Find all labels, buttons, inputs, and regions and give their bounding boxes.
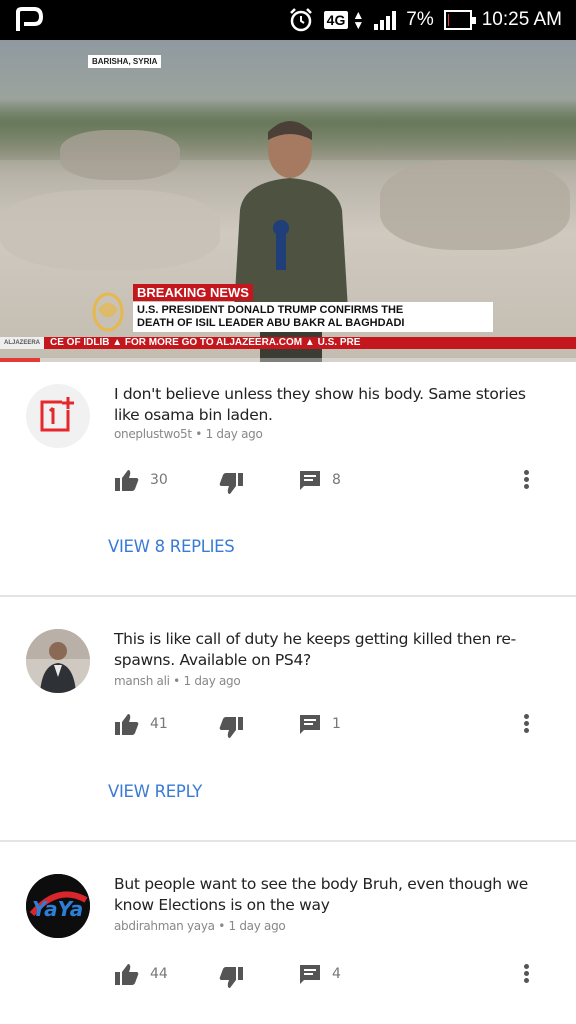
headline-line-2: DEATH OF ISIL LEADER ABU BAKR AL BAGHDAD… (137, 317, 405, 329)
reply-button[interactable]: 8 (298, 468, 341, 492)
comment-actions: 30 8 (114, 468, 554, 498)
video-rubble (380, 160, 570, 250)
more-options-icon[interactable] (520, 712, 532, 738)
thumbs-up-icon (115, 470, 139, 491)
more-options-icon[interactable] (520, 962, 532, 988)
view-reply-link[interactable]: VIEW REPLY (108, 782, 202, 801)
headline-line-1: U.S. PRESIDENT DONALD TRUMP CONFIRMS THE (137, 304, 404, 316)
video-rubble (0, 190, 220, 270)
dislike-button[interactable] (218, 966, 244, 990)
meta-separator: • (195, 427, 206, 441)
comment-bubble-icon (300, 471, 320, 490)
battery-percent: 7% (406, 9, 434, 30)
news-ticker: ALJAZEERA CE OF IDLIB ▲ FOR MORE GO TO AL… (0, 337, 576, 349)
comment-bubble-icon (300, 965, 320, 984)
ticker-text: CE OF IDLIB ▲ FOR MORE GO TO ALJAZEERA.C… (50, 337, 361, 348)
network-type-badge: 4G (323, 11, 349, 29)
comment-text: But people want to see the body Bruh, ev… (114, 875, 529, 914)
comment-meta: abdirahman yaya • 1 day ago (114, 919, 286, 933)
like-button[interactable]: 41 (114, 712, 168, 736)
thumbs-up-icon (115, 964, 139, 985)
reply-count: 4 (332, 966, 341, 982)
app-notification-icon (16, 7, 44, 31)
thumbs-down-icon (219, 473, 243, 494)
comment-author[interactable]: abdirahman yaya (114, 919, 215, 933)
video-player[interactable]: BARISHA, SYRIA BREAKING NEWS U.S. PRESID… (0, 40, 576, 362)
breaking-news-label: BREAKING NEWS (133, 284, 253, 301)
reply-button[interactable]: 1 (298, 712, 341, 736)
like-button[interactable]: 44 (114, 962, 168, 986)
comment-actions: 44 4 (114, 962, 554, 992)
like-count: 30 (150, 472, 168, 488)
comment-author[interactable]: mansh ali (114, 674, 170, 688)
comment-time: 1 day ago (205, 427, 263, 441)
view-replies-link[interactable]: VIEW 8 REPLIES (108, 537, 235, 556)
clock-time: 10:25 AM (481, 9, 562, 30)
like-count: 44 (150, 966, 168, 982)
dislike-button[interactable] (218, 716, 244, 740)
ticker-logo: ALJAZEERA (0, 337, 45, 349)
reply-button[interactable]: 4 (298, 962, 341, 986)
avatar[interactable] (26, 629, 90, 693)
comment-text: This is like call of duty he keeps getti… (114, 630, 516, 669)
comments-list: I don't believe unless they show his bod… (0, 362, 576, 1024)
data-activity-icon: ▲ ▼ (352, 8, 365, 32)
reply-count: 1 (332, 716, 341, 732)
status-bar: 4G ▲ ▼ 7% 10:25 AM (0, 0, 576, 40)
thumbs-down-icon (219, 967, 243, 988)
alarm-clock-icon (289, 8, 312, 32)
reply-count: 8 (332, 472, 341, 488)
comment-author[interactable]: oneplustwo5t (114, 427, 192, 441)
comment-actions: 41 1 (114, 712, 554, 742)
video-rubble (60, 130, 180, 180)
meta-separator: • (173, 674, 184, 688)
aljazeera-logo-icon (92, 292, 124, 332)
yaya-logo-icon: YaYa (26, 874, 90, 938)
like-count: 41 (150, 716, 168, 732)
meta-separator: • (218, 919, 229, 933)
avatar[interactable] (26, 384, 90, 448)
video-location-label: BARISHA, SYRIA (88, 55, 162, 68)
comment-item: I don't believe unless they show his bod… (0, 362, 576, 597)
more-options-icon[interactable] (520, 468, 532, 494)
dislike-button[interactable] (218, 472, 244, 496)
thumbs-up-icon (115, 714, 139, 735)
comment-item: YaYa But people want to see the body Bru… (0, 842, 576, 1024)
news-headline: U.S. PRESIDENT DONALD TRUMP CONFIRMS THE… (133, 302, 493, 332)
like-button[interactable]: 30 (114, 468, 168, 492)
avatar[interactable]: YaYa (26, 874, 90, 938)
comment-time: 1 day ago (228, 919, 286, 933)
signal-strength-icon (374, 10, 397, 30)
thumbs-down-icon (219, 717, 243, 738)
avatar-text: YaYa (32, 897, 83, 921)
oneplus-logo-icon (40, 397, 74, 432)
battery-icon (443, 10, 476, 30)
comment-text: I don't believe unless they show his bod… (114, 385, 526, 424)
comment-bubble-icon (300, 715, 320, 734)
comment-time: 1 day ago (183, 674, 241, 688)
user-photo-icon (26, 629, 90, 693)
comment-meta: mansh ali • 1 day ago (114, 674, 241, 688)
comment-meta: oneplustwo5t • 1 day ago (114, 427, 263, 441)
